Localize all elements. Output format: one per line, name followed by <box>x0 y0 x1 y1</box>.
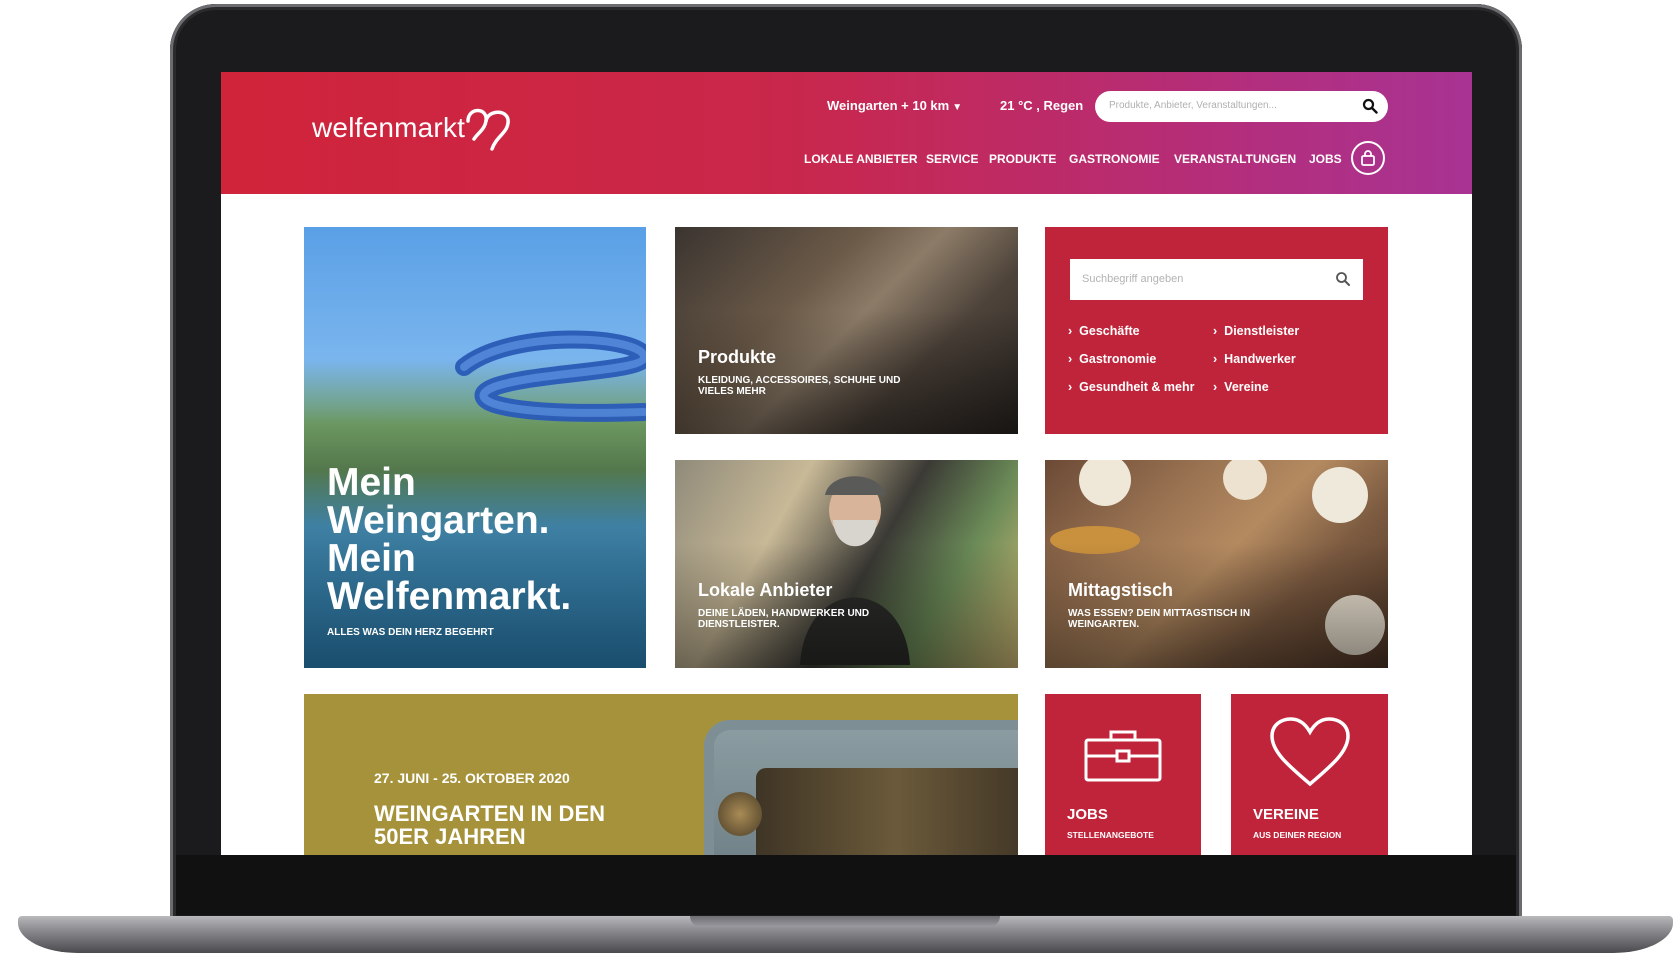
lokal-shade <box>675 543 1018 668</box>
category-link-handwerker[interactable]: Handwerker <box>1213 352 1296 366</box>
nav-gastronomie[interactable]: GASTRONOMIE <box>1069 152 1160 166</box>
location-selector[interactable]: Weingarten + 10 km ▼ <box>827 98 962 113</box>
search-icon[interactable] <box>1362 98 1378 114</box>
website-screen: welfenmarkt Weingarten + 10 km ▼ 21 °C , … <box>221 72 1472 855</box>
directory-search-panel: Suchbegriff angeben Geschäfte Gastronomi… <box>1045 227 1388 434</box>
event-date: 27. JUNI - 25. OKTOBER 2020 <box>374 770 570 786</box>
produkte-title: Produkte <box>698 347 777 367</box>
mittag-subtitle: WAS ESSEN? DEIN MITTAGSTISCH IN WEINGART… <box>1068 608 1251 630</box>
category-link-gastronomie[interactable]: Gastronomie <box>1068 352 1156 366</box>
directory-search-input[interactable]: Suchbegriff angeben <box>1070 259 1363 300</box>
laptop-bezel-bottom <box>176 855 1516 915</box>
event-title: WEINGARTEN IN DEN 50ER JAHREN <box>374 801 605 849</box>
radio-dial <box>756 768 1018 855</box>
produkte-tile[interactable]: Produkte KLEIDUNG, ACCESSOIRES, SCHUHE U… <box>675 227 1018 434</box>
radio-knob <box>718 792 762 836</box>
radio-graphic <box>704 720 1018 855</box>
briefcase-icon <box>1084 730 1162 782</box>
caret-down-icon: ▼ <box>952 102 963 113</box>
logo-hearts-icon[interactable] <box>464 105 514 151</box>
hero-title: Mein Weingarten. Mein Welfenmarkt. <box>327 461 572 618</box>
jobs-subtitle: STELLENANGEBOTE <box>1067 830 1154 840</box>
category-link-vereine[interactable]: Vereine <box>1213 380 1268 394</box>
produkte-shade <box>675 309 1018 434</box>
vereine-tile[interactable]: VEREINE AUS DEINER REGION <box>1231 694 1388 855</box>
category-link-gesundheit[interactable]: Gesundheit & mehr <box>1068 380 1194 394</box>
jobs-title: JOBS <box>1067 806 1108 823</box>
nav-jobs[interactable]: JOBS <box>1309 152 1342 166</box>
nav-lokale-anbieter[interactable]: LOKALE ANBIETER <box>804 152 918 166</box>
lokal-title: Lokale Anbieter <box>698 580 833 600</box>
mittag-shade <box>1045 543 1388 668</box>
directory-search-placeholder: Suchbegriff angeben <box>1082 273 1184 285</box>
hero-tile[interactable]: Mein Weingarten. Mein Welfenmarkt. ALLES… <box>304 227 646 668</box>
site-header: welfenmarkt Weingarten + 10 km ▼ 21 °C , … <box>221 72 1472 194</box>
basket-icon <box>1361 150 1375 166</box>
mittag-title: Mittagstisch <box>1068 580 1174 600</box>
vereine-subtitle: AUS DEINER REGION <box>1253 830 1342 840</box>
event-banner[interactable]: 27. JUNI - 25. OKTOBER 2020 WEINGARTEN I… <box>304 694 1018 855</box>
header-search-placeholder: Produkte, Anbieter, Veranstaltungen... <box>1109 100 1277 111</box>
heart-icon <box>1269 717 1350 787</box>
hero-subtitle: ALLES WAS DEIN HERZ BEGEHRT <box>327 627 494 638</box>
logo-text[interactable]: welfenmarkt <box>312 112 465 144</box>
vereine-title: VEREINE <box>1253 806 1319 823</box>
lokale-anbieter-tile[interactable]: Lokale Anbieter DEINE LÄDEN, HANDWERKER … <box>675 460 1018 668</box>
weather-info: 21 °C , Regen <box>1000 98 1084 113</box>
nav-service[interactable]: SERVICE <box>926 152 978 166</box>
header-search-input[interactable]: Produkte, Anbieter, Veranstaltungen... <box>1095 91 1388 122</box>
nav-produkte[interactable]: PRODUKTE <box>989 152 1056 166</box>
laptop-notch <box>690 916 1000 927</box>
nav-veranstaltungen[interactable]: VERANSTALTUNGEN <box>1174 152 1296 166</box>
search-icon[interactable] <box>1335 271 1351 287</box>
location-label: Weingarten + 10 km <box>827 98 950 113</box>
basket-button[interactable] <box>1351 141 1385 175</box>
jobs-tile[interactable]: JOBS STELLENANGEBOTE <box>1045 694 1201 855</box>
category-link-dienstleister[interactable]: Dienstleister <box>1213 324 1299 338</box>
category-link-geschaefte[interactable]: Geschäfte <box>1068 324 1139 338</box>
lokal-subtitle: DEINE LÄDEN, HANDWERKER UND DIENSTLEISTE… <box>698 608 870 630</box>
produkte-subtitle: KLEIDUNG, ACCESSOIRES, SCHUHE UND VIELES… <box>698 375 901 397</box>
mittagstisch-tile[interactable]: Mittagstisch WAS ESSEN? DEIN MITTAGSTISC… <box>1045 460 1388 668</box>
